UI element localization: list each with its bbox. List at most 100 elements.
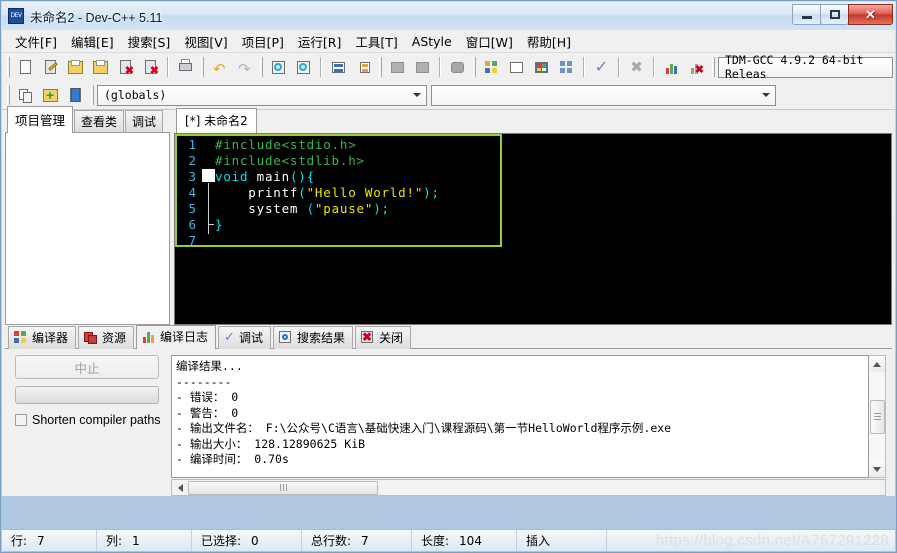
toolbar-grip[interactable] <box>7 57 10 77</box>
debug-icon[interactable]: ✖ <box>685 56 708 79</box>
scroll-left-button[interactable] <box>172 480 188 495</box>
insert-icon[interactable] <box>14 84 37 107</box>
scroll-thumb-horizontal[interactable] <box>188 480 378 495</box>
scroll-thumb-vertical[interactable] <box>869 399 885 434</box>
fold-gutter[interactable] <box>201 200 215 216</box>
chevron-down-icon[interactable] <box>409 87 424 104</box>
code-token: ); <box>373 200 390 216</box>
close-icon: ✖ <box>360 329 373 344</box>
tab-resources[interactable]: 资源 <box>78 326 135 349</box>
fold-gutter[interactable] <box>201 136 215 152</box>
code-line[interactable]: 5 system ("pause"); <box>175 200 891 216</box>
close-file-icon[interactable]: ✖ <box>114 56 137 79</box>
code-line[interactable]: 2 #include<stdlib.h> <box>175 152 891 168</box>
code-line[interactable]: 4 printf("Hello World!"); <box>175 184 891 200</box>
shorten-paths-checkbox[interactable] <box>15 414 27 426</box>
code-editor[interactable]: 1 #include<stdio.h> 2 #include<stdlib.h> 3 vo… <box>174 133 892 325</box>
code-line[interactable]: 7 <box>175 232 891 248</box>
forward-icon[interactable] <box>411 56 434 79</box>
close-button[interactable]: ✕ <box>848 4 893 25</box>
open-file-icon[interactable] <box>39 56 62 79</box>
save-icon[interactable] <box>64 56 87 79</box>
menu-tools[interactable]: 工具[T] <box>348 29 404 54</box>
back-icon[interactable] <box>386 56 409 79</box>
menu-edit[interactable]: 编辑[E] <box>64 29 121 54</box>
toolbar-grip[interactable] <box>7 85 10 105</box>
toggle-panel-icon[interactable] <box>446 56 469 79</box>
find-icon[interactable] <box>267 56 290 79</box>
tab-compile-log[interactable]: 编译日志 <box>136 325 217 349</box>
compile-log-text[interactable]: 编译结果... -------- - 错误： 0 - 警告： 0 - 输出文件名… <box>171 355 869 478</box>
fold-gutter[interactable] <box>201 232 215 248</box>
run-icon[interactable] <box>505 56 528 79</box>
tab-search-results[interactable]: 搜索结果 <box>272 326 353 349</box>
redo-icon[interactable]: ↷ <box>233 56 256 79</box>
stop-execution-icon[interactable]: ✖ <box>625 56 648 79</box>
close-icon: ✕ <box>865 6 876 22</box>
menu-search[interactable]: 搜索[S] <box>121 29 178 54</box>
scroll-up-button[interactable] <box>869 356 885 372</box>
toggle-bookmark-icon[interactable]: + <box>39 84 62 107</box>
rebuild-all-icon[interactable] <box>555 56 578 79</box>
menu-run[interactable]: 运行[R] <box>291 29 348 54</box>
log-vertical-scrollbar[interactable] <box>869 355 886 478</box>
menu-view[interactable]: 视图[V] <box>177 29 234 54</box>
minimize-button[interactable] <box>792 4 821 25</box>
save-all-icon[interactable] <box>89 56 112 79</box>
project-tree[interactable] <box>5 132 170 325</box>
scroll-down-button[interactable] <box>869 461 885 477</box>
compile-icon[interactable] <box>480 56 503 79</box>
editor-tab-untitled2[interactable]: [*] 未命名2 <box>176 108 257 133</box>
compile-run-icon[interactable] <box>530 56 553 79</box>
menu-astyle[interactable]: AStyle <box>405 31 459 52</box>
toolbar-grip[interactable] <box>379 57 382 77</box>
code-token: void <box>215 168 257 184</box>
fold-gutter[interactable] <box>201 152 215 168</box>
code-line[interactable]: 6} <box>175 216 891 232</box>
toolbar-separator <box>618 57 620 77</box>
tab-class-browser[interactable]: 查看类 <box>74 110 125 133</box>
fold-gutter[interactable] <box>201 184 215 200</box>
shorten-paths-row[interactable]: Shorten compiler paths <box>15 413 171 427</box>
toolbar-grip[interactable] <box>91 85 94 105</box>
fold-collapse-icon[interactable] <box>202 169 215 182</box>
chevron-down-icon[interactable] <box>758 87 773 104</box>
goto-function-icon[interactable] <box>352 56 375 79</box>
tab-debug[interactable]: 调试 <box>125 110 164 133</box>
toolbar-grip[interactable] <box>473 57 476 77</box>
maximize-button[interactable] <box>820 4 849 25</box>
undo-icon[interactable]: ↶ <box>208 56 231 79</box>
compiler-set-combo[interactable]: TDM-GCC 4.9.2 64-bit Releas <box>718 53 893 81</box>
tab-debug-bottom[interactable]: ✓ 调试 <box>218 326 271 349</box>
window-controls: ✕ <box>792 4 893 25</box>
close-all-icon[interactable]: ✖ <box>139 56 162 79</box>
member-combo[interactable] <box>431 84 776 106</box>
devcpp-window: DEV 未命名2 - Dev-C++ 5.11 ✕ 文件[F] 编辑[E] 搜索… <box>0 0 897 553</box>
code-line[interactable]: 1 #include<stdio.h> <box>175 136 891 152</box>
tab-close[interactable]: ✖ 关闭 <box>354 326 411 349</box>
menu-window[interactable]: 窗口[W] <box>459 29 520 54</box>
code-line[interactable]: 3 void main(){ <box>175 168 891 234</box>
toolbar-grip[interactable] <box>260 57 263 77</box>
fold-gutter[interactable] <box>201 168 215 234</box>
menu-file[interactable]: 文件[F] <box>8 29 64 54</box>
goto-bookmark-icon[interactable] <box>64 84 87 107</box>
goto-line-icon[interactable] <box>327 56 350 79</box>
toolbar-grip[interactable] <box>712 57 715 77</box>
print-icon[interactable] <box>174 56 197 79</box>
syntax-check-icon[interactable]: ✓ <box>590 56 613 79</box>
tab-project-manager[interactable]: 项目管理 <box>7 106 74 133</box>
menu-help[interactable]: 帮助[H] <box>520 29 578 54</box>
profile-icon[interactable] <box>660 56 683 79</box>
log-horizontal-scrollbar[interactable] <box>171 479 886 496</box>
toolbar-grip[interactable] <box>201 57 204 77</box>
status-length-value: 104 <box>459 533 482 548</box>
scope-combo[interactable]: (globals) <box>97 84 427 106</box>
new-file-icon[interactable] <box>14 56 37 79</box>
menu-project[interactable]: 项目[P] <box>235 29 291 54</box>
tab-compiler[interactable]: 编译器 <box>8 326 77 349</box>
abort-button[interactable]: 中止 <box>15 355 159 379</box>
fold-gutter[interactable] <box>201 216 215 232</box>
replace-icon[interactable] <box>292 56 315 79</box>
compile-progress-bar <box>15 386 159 404</box>
